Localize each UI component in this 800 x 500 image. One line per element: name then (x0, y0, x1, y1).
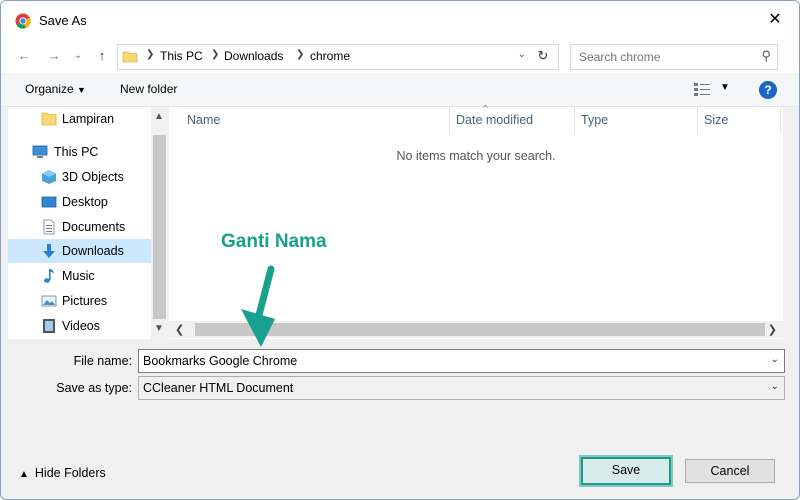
back-arrow-icon[interactable]: ← (15, 47, 33, 65)
save-type-row: Save as type: CCleaner HTML Document ⌄ (1, 376, 799, 400)
title-bar: Save As ✕ (1, 1, 799, 39)
file-name-label: File name: (73, 354, 132, 368)
column-header-type[interactable]: Type (575, 107, 698, 133)
nav-item-label: Downloads (62, 244, 124, 258)
column-header-label: Size (704, 113, 729, 127)
navigation-pane: Lampiran This PC 3D Objects Desktop Docu… (8, 107, 151, 339)
nav-item-label: This PC (54, 145, 99, 159)
column-header-name[interactable]: Name (181, 107, 450, 133)
refresh-icon[interactable]: ↻ (534, 47, 552, 65)
nav-item-label: Lampiran (62, 112, 115, 126)
document-icon (43, 219, 55, 235)
up-arrow-icon[interactable]: ↑ (93, 47, 111, 65)
view-options-icon[interactable] (693, 81, 711, 97)
save-button[interactable]: Save (581, 457, 671, 485)
hide-folders-label: Hide Folders (34, 466, 106, 480)
nav-item-documents[interactable]: Documents (8, 215, 151, 239)
nav-item-label: Documents (62, 220, 126, 234)
cancel-button[interactable]: Cancel (685, 459, 775, 483)
nav-item-music[interactable]: Music (8, 264, 151, 288)
nav-item-label: Music (62, 269, 95, 283)
chevron-up-icon[interactable]: ▲ (154, 111, 164, 122)
chevron-right-icon[interactable]: ❯ (768, 323, 777, 336)
annotation-label: Ganti Nama (221, 231, 327, 252)
video-icon (43, 319, 55, 333)
nav-item-label: Desktop (62, 195, 108, 209)
caret-up-icon: ▲ (19, 469, 29, 480)
nav-item-label: 3D Objects (62, 170, 124, 184)
nav-item-3d-objects[interactable]: 3D Objects (8, 165, 151, 189)
nav-item-label: Pictures (62, 294, 108, 308)
computer-icon (32, 145, 48, 158)
nav-item-desktop[interactable]: Desktop (8, 190, 151, 214)
command-bar: Organize ▼ New folder ▼ ? (1, 73, 799, 107)
close-icon[interactable]: ✕ (765, 10, 785, 30)
chevron-down-icon[interactable]: ⌄ (771, 354, 779, 365)
empty-message: No items match your search. (396, 149, 556, 163)
folder-icon (122, 51, 138, 63)
download-icon (43, 244, 55, 258)
breadcrumb-chrome[interactable]: chrome (310, 49, 350, 63)
address-bar[interactable]: ❯ This PC ❯ Downloads ❯ chrome ⌄ ↻ (117, 44, 559, 70)
organize-label: Organize (25, 82, 74, 96)
caret-down-icon[interactable]: ▼ (720, 82, 730, 93)
window-title: Save As (39, 13, 87, 28)
breadcrumb-downloads[interactable]: Downloads (224, 49, 283, 63)
file-name-row: File name: Bookmarks Google Chrome ⌄ (1, 349, 799, 373)
nav-item-downloads[interactable]: Downloads (8, 239, 151, 263)
column-header-label: Date modified (456, 113, 534, 127)
pictures-icon (41, 295, 57, 307)
help-icon[interactable]: ? (759, 81, 777, 99)
breadcrumb-this-pc[interactable]: This PC (160, 49, 203, 63)
folder-icon (41, 112, 57, 126)
chevron-down-icon[interactable]: ▼ (154, 323, 164, 334)
recent-locations-icon[interactable]: ⌄ (69, 47, 87, 65)
save-type-label: Save as type: (56, 381, 132, 395)
file-name-value[interactable]: Bookmarks Google Chrome (143, 354, 297, 368)
desktop-icon (41, 196, 57, 208)
chevron-down-icon[interactable]: ⌄ (518, 49, 526, 60)
column-header-label: Name (187, 113, 221, 127)
column-header-date-modified[interactable]: Date modified (450, 107, 575, 133)
search-icon[interactable]: ⚲ (761, 48, 771, 64)
save-as-dialog: Save As ✕ ← → ⌄ ↑ ❯ This PC ❯ Downloads … (0, 0, 800, 500)
annotation-arrow-icon (241, 265, 275, 347)
breadcrumb-separator-icon: ❯ (146, 49, 155, 60)
nav-item-label: Videos (62, 319, 100, 333)
scrollbar-thumb[interactable] (153, 135, 166, 319)
chrome-icon (15, 13, 31, 29)
new-folder-button[interactable]: New folder (120, 82, 177, 96)
save-type-select[interactable]: CCleaner HTML Document ⌄ (138, 376, 785, 400)
nav-item-this-pc[interactable]: This PC (8, 140, 151, 164)
music-icon (44, 269, 54, 283)
breadcrumb-separator-icon: ❯ (296, 49, 305, 60)
forward-arrow-icon[interactable]: → (45, 47, 63, 65)
caret-down-icon: ▼ (77, 85, 86, 95)
save-type-value: CCleaner HTML Document (143, 381, 294, 395)
search-input[interactable] (577, 48, 751, 66)
nav-item-lampiran[interactable]: Lampiran (8, 107, 151, 131)
breadcrumb-separator-icon: ❯ (211, 49, 220, 60)
nav-pane-scrollbar[interactable]: ▲ ▼ (151, 107, 168, 339)
column-header-label: Type (581, 113, 609, 127)
chevron-down-icon[interactable]: ⌄ (771, 381, 779, 392)
hide-folders-button[interactable]: ▲ Hide Folders (19, 466, 106, 480)
navigation-bar: ← → ⌄ ↑ ❯ This PC ❯ Downloads ❯ chrome ⌄… (1, 39, 799, 73)
cube-icon (42, 170, 56, 184)
column-header-size[interactable]: Size (698, 107, 781, 133)
chevron-left-icon[interactable]: ❮ (175, 323, 184, 336)
organize-button[interactable]: Organize ▼ (25, 82, 86, 96)
nav-item-videos[interactable]: Videos (8, 314, 151, 338)
nav-item-pictures[interactable]: Pictures (8, 289, 151, 313)
search-box[interactable]: ⚲ (570, 44, 778, 70)
